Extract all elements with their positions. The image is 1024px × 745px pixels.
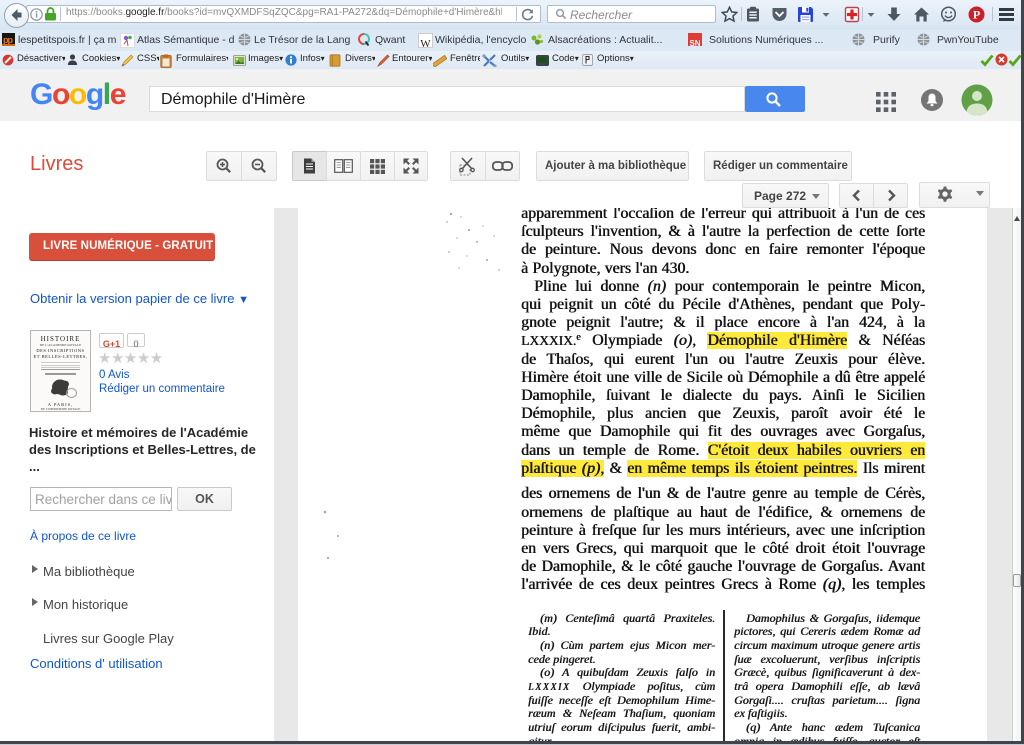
svg-text:P: P xyxy=(973,8,980,22)
